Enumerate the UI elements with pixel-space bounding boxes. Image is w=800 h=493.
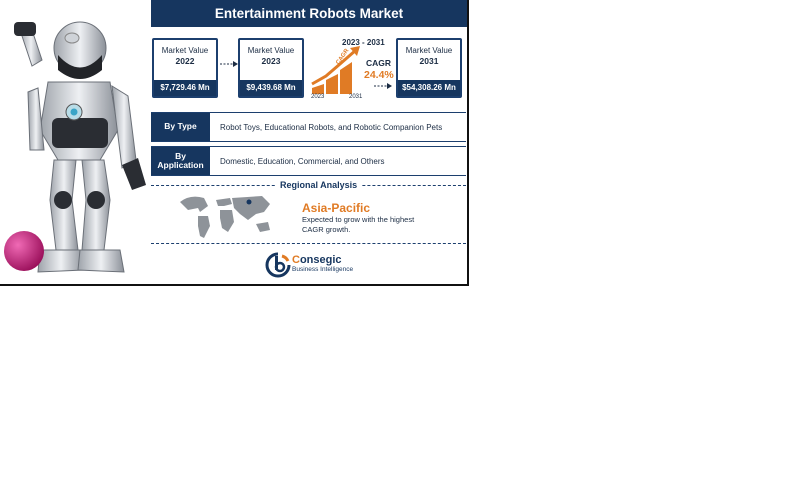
market-value-amount: $9,439.68 Mn: [240, 80, 302, 96]
robot-image: [4, 21, 146, 273]
divider: [151, 243, 466, 244]
infographic: Entertainment Robots Market Market Value…: [0, 0, 469, 286]
market-value-2022-card: Market Value 2022 $7,729.46 Mn: [152, 38, 218, 98]
cagr-label: CAGR: [366, 58, 392, 68]
region-name: Asia-Pacific: [302, 201, 371, 215]
location-pin-icon: [246, 199, 252, 205]
market-value-year: 2031: [419, 56, 439, 66]
arrow-right-icon: [374, 83, 392, 89]
segment-label: By Application: [151, 147, 210, 175]
segment-row-type: By Type Robot Toys, Educational Robots, …: [151, 112, 466, 142]
consegic-logo-icon: [265, 252, 291, 278]
market-value-year: 2022: [175, 56, 195, 66]
market-value-label: Market Value: [247, 46, 295, 55]
regional-title: Regional Analysis: [276, 180, 362, 190]
ball: [4, 231, 44, 271]
segment-label: By Type: [151, 113, 210, 141]
arrow-right-icon: [220, 61, 238, 67]
market-value-amount: $54,308.26 Mn: [398, 80, 460, 96]
segment-text: Robot Toys, Educational Robots, and Robo…: [220, 122, 443, 132]
market-value-2031-card: Market Value 2031 $54,308.26 Mn: [396, 38, 462, 98]
brand-subtitle: Business Intelligence: [292, 266, 354, 273]
segment-text: Domestic, Education, Commercial, and Oth…: [220, 156, 385, 166]
market-value-label: Market Value: [405, 46, 453, 55]
robot-illustration: [0, 0, 150, 284]
market-value-amount: $7,729.46 Mn: [154, 80, 216, 96]
region-description: Expected to grow with the highest CAGR g…: [302, 215, 415, 234]
cagr-start-year: 2023: [311, 94, 325, 100]
segment-row-application: By Application Domestic, Education, Comm…: [151, 146, 466, 176]
market-value-label: Market Value: [161, 46, 209, 55]
cagr-graphic: 2023 - 2031 CAGR CAGR 24.4% 2023 2031: [310, 36, 394, 102]
brand-name: Consegic: [292, 254, 342, 266]
dotted-arrow-icon: [220, 60, 238, 70]
market-value-year: 2023: [261, 56, 281, 66]
world-map-icon: [180, 196, 270, 238]
market-value-2023-card: Market Value 2023 $9,439.68 Mn: [238, 38, 304, 98]
cagr-end-year: 2031: [349, 94, 363, 100]
cagr-value: 24.4%: [364, 69, 394, 81]
header-title: Entertainment Robots Market: [151, 0, 467, 27]
